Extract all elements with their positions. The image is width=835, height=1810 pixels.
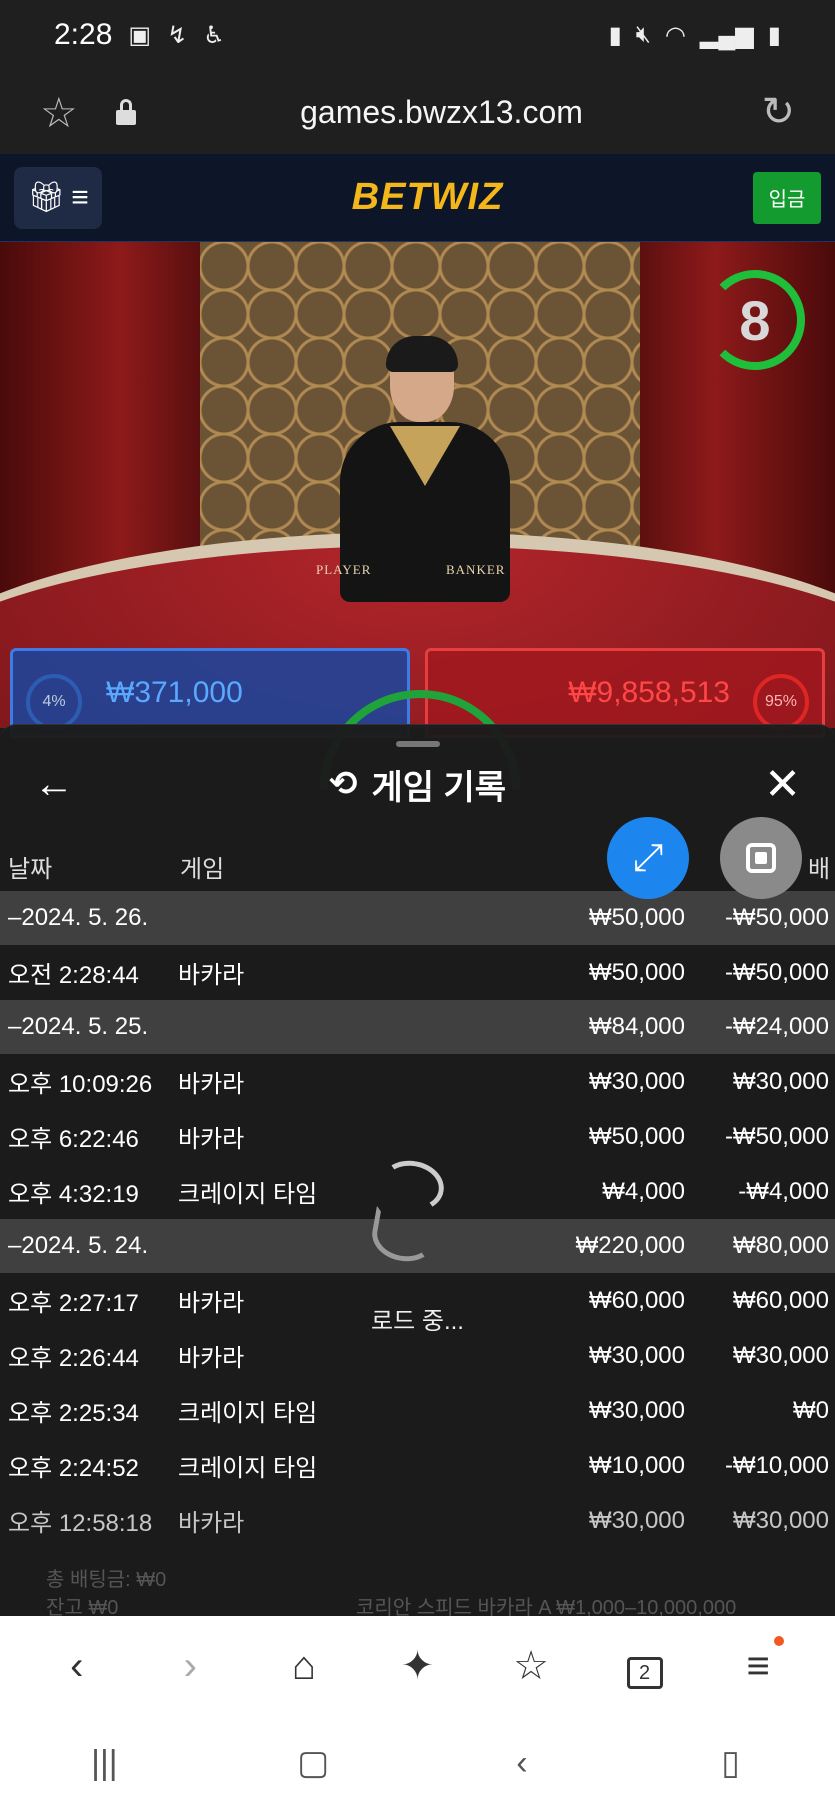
browser-forward-icon[interactable]: › — [160, 1644, 220, 1689]
history-row[interactable]: 오후 6:22:46 바카라 ₩50,000 -₩50,000 — [0, 1109, 835, 1164]
history-row[interactable]: 오후 2:24:52 크레이지 타임 ₩10,000 -₩10,000 — [0, 1438, 835, 1493]
history-icon: ⟲ — [328, 765, 358, 803]
player-bet-total: ₩371,000 — [106, 676, 243, 709]
player-percentage: 4% — [26, 674, 82, 730]
history-row[interactable]: 오후 10:09:26 바카라 ₩30,000 ₩30,000 — [0, 1054, 835, 1109]
history-row[interactable]: 오후 2:26:44 바카라 ₩30,000 ₩30,000 — [0, 1328, 835, 1383]
total-bet-text: 총 배팅금: ₩0 — [46, 1569, 167, 1591]
table-limit-text: 코리안 스피드 바카라 A ₩1,000–10,000,000 — [356, 1597, 737, 1616]
banker-percentage: 95% — [753, 674, 809, 730]
countdown-timer: 8 — [705, 270, 805, 370]
bookmark-star-icon[interactable]: ☆ — [40, 88, 90, 137]
gift-menu-button[interactable]: 🎁︎ ≡ — [14, 166, 102, 229]
battery-icon: ▮ — [767, 21, 781, 49]
site-header: 🎁︎ ≡ BETWIZ 입금 — [0, 154, 835, 242]
stop-recording-button[interactable] — [720, 817, 802, 899]
wifi-icon: ◠ — [664, 21, 686, 49]
browser-back-icon[interactable]: ‹ — [47, 1644, 107, 1689]
reload-icon[interactable]: ↻ — [745, 89, 795, 135]
tabs-count-icon: 2 — [626, 1656, 663, 1689]
address-bar: ☆ games.bwzx13.com ↻ — [0, 70, 835, 154]
column-header-game: 게임 — [180, 856, 225, 883]
balance-text: 잔고 ₩0 — [46, 1597, 119, 1616]
home-button-icon[interactable]: ▢ — [273, 1743, 353, 1783]
browser-toolbar: ‹ › ⌂ ✦ ☆ 2 ≡ — [0, 1616, 835, 1716]
url-text[interactable]: games.bwzx13.com — [138, 94, 745, 131]
sheet-header: ← ⟲ 게임 기록 ✕ — [0, 751, 835, 817]
status-bar: 2:28 ▣ ↯ ♿ ▮ 🔇︎ ◠ ▂▄▆ ▮ — [0, 0, 835, 70]
bookmarks-icon[interactable]: ☆ — [501, 1643, 561, 1689]
battery-saver-icon: ▮ — [608, 21, 622, 49]
date-group-row[interactable]: –2024. 5. 26. ₩50,000 -₩50,000 — [0, 891, 835, 945]
loading-spinner-icon — [362, 1155, 472, 1277]
system-navigation-bar: ||| ▢ ‹ ▯ — [0, 1716, 835, 1810]
sheet-title: ⟲ 게임 기록 — [328, 765, 507, 807]
rotate-screen-icon[interactable]: ▯ — [691, 1743, 771, 1783]
browser-menu-icon[interactable]: ≡ — [728, 1635, 788, 1689]
loading-text: 로드 중... — [371, 1308, 464, 1335]
date-group-row[interactable]: –2024. 5. 25. ₩84,000 -₩24,000 — [0, 1000, 835, 1054]
close-icon[interactable]: ✕ — [751, 759, 801, 810]
banker-felt-label: BANKER — [446, 562, 506, 577]
sparkle-icon[interactable]: ✦ — [387, 1643, 447, 1689]
lock-icon[interactable] — [114, 99, 138, 125]
hamburger-icon: ≡ — [71, 180, 89, 214]
accessibility-icon: ♿ — [203, 21, 225, 49]
history-row[interactable]: 오후 2:25:34 크레이지 타임 ₩30,000 ₩0 — [0, 1383, 835, 1438]
back-arrow-icon[interactable]: ← — [34, 762, 84, 807]
gift-icon: 🎁︎ — [27, 181, 66, 214]
deposit-button[interactable]: 입금 — [752, 171, 821, 224]
signal-icon: ▂▄▆ — [699, 21, 754, 49]
missed-call-icon: ↯ — [167, 21, 188, 49]
history-row[interactable]: 오후 12:58:18 바카라 ₩30,000 ₩30,000 — [0, 1493, 835, 1548]
recent-apps-icon[interactable]: ||| — [64, 1744, 144, 1783]
history-row[interactable]: 오전 2:28:44 바카라 ₩50,000 -₩50,000 — [0, 945, 835, 1000]
tabs-button[interactable]: 2 — [615, 1644, 675, 1689]
sheet-drag-handle[interactable] — [396, 741, 440, 747]
column-header-payout: 배 — [808, 856, 831, 883]
expand-icon[interactable]: ⤢ — [607, 817, 689, 899]
status-time: 2:28 — [54, 18, 113, 51]
column-header-date: 날짜 — [8, 856, 53, 883]
stop-icon — [746, 843, 776, 873]
player-felt-label: PLAYER — [316, 562, 372, 577]
notification-dot — [774, 1635, 785, 1646]
banker-bet-total: ₩9,858,513 — [568, 676, 730, 709]
gallery-icon: ▣ — [128, 21, 152, 49]
game-history-sheet: ← ⟲ 게임 기록 ✕ 날짜 게임 배 –2024. 5. 26. ₩50,00… — [0, 724, 835, 1616]
system-back-icon[interactable]: ‹ — [482, 1744, 562, 1783]
mute-icon: 🔇︎ — [635, 21, 651, 48]
brand-logo[interactable]: BETWIZ — [352, 176, 504, 219]
home-icon[interactable]: ⌂ — [274, 1644, 334, 1689]
